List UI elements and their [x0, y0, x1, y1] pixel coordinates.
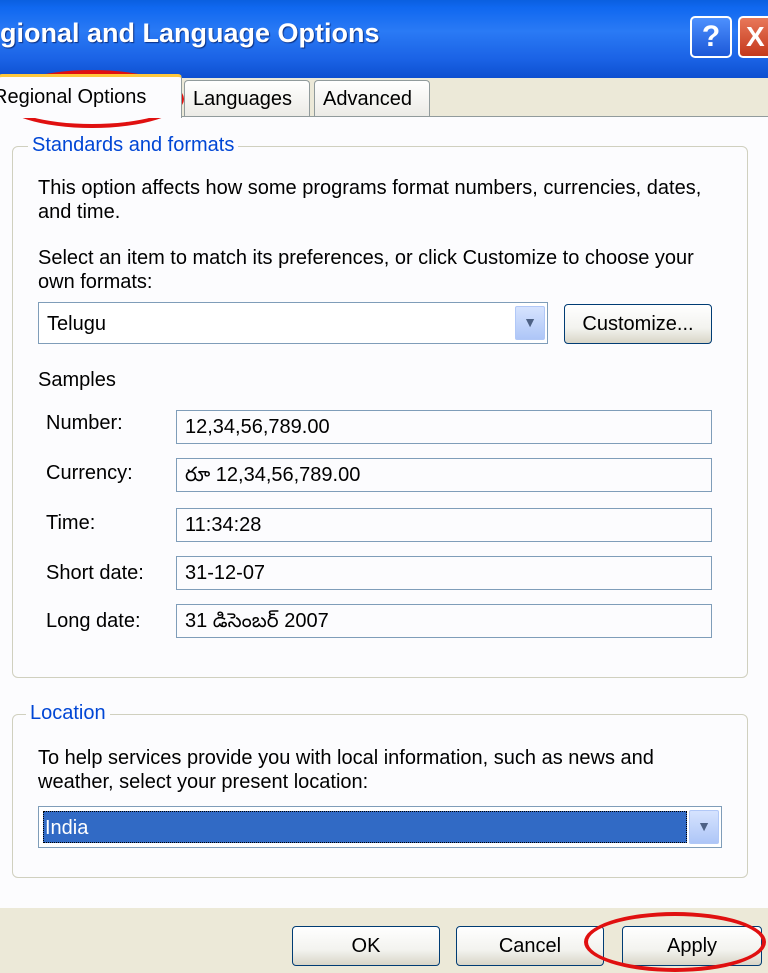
title-bar: gional and Language Options ? X	[0, 0, 768, 78]
format-select[interactable]: Telugu ▼	[38, 302, 548, 344]
standards-description: This option affects how some programs fo…	[38, 177, 702, 223]
sample-number-value: 12,34,56,789.00	[176, 410, 712, 444]
ok-button[interactable]: OK	[292, 926, 440, 966]
help-button[interactable]: ?	[690, 16, 732, 58]
tab-advanced[interactable]: Advanced	[314, 80, 430, 116]
samples-label: Samples	[38, 369, 116, 391]
chevron-down-icon[interactable]: ▼	[689, 810, 719, 844]
apply-button[interactable]: Apply	[622, 926, 762, 966]
sample-currency-label: Currency:	[46, 462, 133, 484]
location-selection-highlight	[43, 811, 687, 843]
chevron-down-icon[interactable]: ▼	[515, 306, 545, 340]
customize-button[interactable]: Customize...	[564, 304, 712, 344]
sample-long-date-value: 31 డిసెంబర్ 2007	[176, 604, 712, 638]
standards-group-label: Standards and formats	[28, 134, 239, 157]
sample-short-date-label: Short date:	[46, 562, 144, 584]
sample-time-value: 11:34:28	[176, 508, 712, 542]
tab-languages[interactable]: Languages	[184, 80, 310, 116]
sample-number-label: Number:	[46, 412, 123, 434]
tab-regional-options[interactable]: Regional Options	[0, 74, 182, 118]
close-button[interactable]: X	[738, 16, 768, 58]
location-description: To help services provide you with local …	[38, 747, 654, 793]
location-select[interactable]: India ▼	[38, 806, 722, 848]
format-select-value: Telugu	[47, 313, 106, 335]
select-prompt: Select an item to match its preferences,…	[38, 247, 694, 293]
window-title: gional and Language Options	[0, 18, 380, 48]
location-select-value: India	[45, 817, 89, 839]
sample-long-date-label: Long date:	[46, 610, 141, 632]
location-group	[12, 714, 748, 878]
sample-currency-value: రూ 12,34,56,789.00	[176, 458, 712, 492]
sample-short-date-value: 31-12-07	[176, 556, 712, 590]
cancel-button[interactable]: Cancel	[456, 926, 604, 966]
location-group-label: Location	[26, 702, 110, 725]
sample-time-label: Time:	[46, 512, 96, 534]
